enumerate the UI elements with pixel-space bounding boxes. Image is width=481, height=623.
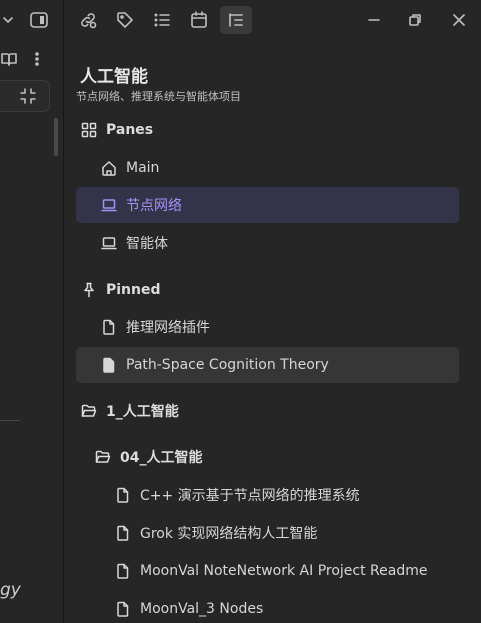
section-label: Pinned: [106, 282, 161, 298]
folder-label: 1_人工智能: [106, 404, 179, 420]
file-icon: [100, 318, 118, 336]
maximize-icon[interactable]: [399, 6, 431, 34]
tag-icon[interactable]: [109, 6, 141, 34]
file-item[interactable]: Grok 实现网络结构人工智能: [76, 515, 459, 551]
more-options-icon[interactable]: [30, 50, 44, 68]
panel-title: 人工智能: [80, 67, 148, 87]
pinned-item[interactable]: Path-Space Cognition Theory: [76, 347, 459, 383]
file-item[interactable]: C++ 演示基于节点网络的推理系统: [76, 477, 459, 513]
subfolder-04[interactable]: 04_人工智能: [76, 439, 459, 475]
folder-label: 04_人工智能: [120, 450, 203, 466]
pane-item-node-network[interactable]: 节点网络: [76, 187, 459, 223]
file-item-label: MoonVal NoteNetwork AI Project Readme: [140, 563, 428, 579]
link-icon[interactable]: [72, 6, 104, 34]
folder-1[interactable]: 1_人工智能: [80, 393, 463, 429]
pane-item-agent[interactable]: 智能体: [76, 225, 459, 261]
pinned-item-label: 推理网络插件: [126, 320, 210, 336]
folder-open-icon: [94, 448, 112, 466]
left-pane-text-fragment: gy: [0, 580, 21, 600]
file-icon: [114, 524, 132, 542]
section-panes[interactable]: Panes: [80, 112, 463, 148]
file-filled-icon: [100, 356, 118, 374]
pane-item-label: 智能体: [126, 236, 168, 252]
section-label: Panes: [106, 122, 154, 138]
pane-item-label: 节点网络: [126, 198, 182, 214]
home-icon: [100, 159, 118, 177]
collapse-button[interactable]: [0, 80, 50, 112]
minimize-icon[interactable]: [358, 6, 390, 34]
file-icon: [114, 562, 132, 580]
close-icon[interactable]: [443, 6, 475, 34]
list-icon[interactable]: [146, 6, 178, 34]
laptop-icon: [100, 196, 118, 214]
pinned-item-label: Path-Space Cognition Theory: [126, 357, 329, 373]
scrollbar[interactable]: [54, 118, 58, 156]
outline-icon[interactable]: [220, 6, 252, 34]
pin-icon: [80, 281, 98, 299]
file-item-label: C++ 演示基于节点网络的推理系统: [140, 488, 360, 504]
pane-item-main[interactable]: Main: [76, 150, 459, 186]
title-bar: [0, 0, 481, 40]
panel-subtitle: 节点网络、推理系统与智能体项目: [76, 90, 241, 103]
folder-open-icon: [80, 402, 98, 420]
section-pinned[interactable]: Pinned: [80, 272, 463, 308]
pane-item-label: Main: [126, 160, 160, 176]
grid-icon: [80, 121, 98, 139]
file-icon: [114, 600, 132, 618]
file-item[interactable]: MoonVal NoteNetwork AI Project Readme: [76, 553, 459, 589]
file-icon: [114, 486, 132, 504]
book-open-icon[interactable]: [0, 50, 18, 68]
calendar-icon[interactable]: [183, 6, 215, 34]
file-item-label: MoonVal_3 Nodes: [140, 601, 264, 617]
left-pane: gy: [0, 0, 64, 623]
collapse-icon: [20, 88, 36, 108]
divider: [0, 420, 20, 421]
pinned-item[interactable]: 推理网络插件: [76, 309, 459, 345]
file-item-label: Grok 实现网络结构人工智能: [140, 526, 318, 542]
laptop-icon: [100, 234, 118, 252]
file-item[interactable]: MoonVal_3 Nodes: [76, 591, 459, 623]
